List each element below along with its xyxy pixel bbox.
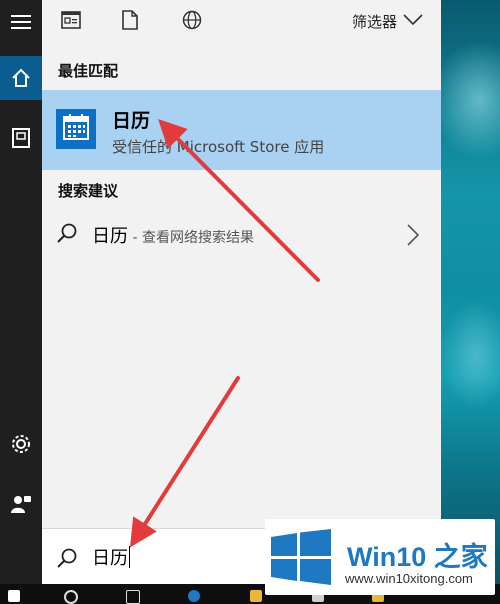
hamburger-menu-button[interactable]: [0, 0, 42, 44]
search-suggestions-heading: 搜索建议: [58, 182, 119, 200]
cortana-icon[interactable]: [64, 590, 78, 604]
app-name: 日历: [112, 110, 151, 132]
start-icon[interactable]: [8, 590, 20, 602]
calendar-icon: [63, 114, 89, 144]
desktop-wallpaper: [441, 0, 500, 604]
apps-filter-button[interactable]: [58, 9, 84, 35]
edge-browser-icon[interactable]: [188, 590, 200, 602]
start-left-rail: [0, 0, 42, 604]
windows-logo-icon: [269, 529, 333, 589]
suggestion-text-container: 日历 - 查看网络搜索结果: [92, 222, 254, 248]
search-results-panel: 筛选器 最佳匹配 日历 受信任的 Microsoft Store 应用 搜索建议: [42, 0, 441, 528]
best-match-heading: 最佳匹配: [58, 62, 119, 80]
search-box-icon: [56, 547, 78, 573]
file-explorer-icon[interactable]: [250, 590, 262, 602]
watermark-title: Win10 之家: [347, 542, 488, 572]
task-view-icon[interactable]: [126, 590, 140, 604]
globe-icon: [182, 10, 202, 34]
blank-page-icon: [122, 10, 138, 34]
text-caret: [129, 546, 130, 568]
hamburger-menu-icon: [11, 14, 31, 30]
feedback-button[interactable]: [0, 482, 42, 526]
documents-filter-button[interactable]: [117, 9, 143, 35]
document-list-icon: [61, 11, 81, 33]
search-input-value: 日历: [92, 548, 128, 569]
notebook-button[interactable]: [0, 116, 42, 160]
home-icon: [11, 68, 31, 88]
search-input[interactable]: 日历: [92, 544, 130, 570]
chevron-down-icon: [403, 12, 423, 30]
suggestion-query: 日历: [92, 226, 128, 247]
results-toolbar: 筛选器: [42, 0, 441, 44]
web-filter-button[interactable]: [179, 9, 205, 35]
web-suggestion-row[interactable]: 日历 - 查看网络搜索结果: [42, 214, 441, 254]
calendar-app-tile: [56, 109, 96, 149]
settings-gear-icon: [10, 433, 32, 455]
watermark-url: www.win10xitong.com: [345, 571, 473, 586]
chevron-right-icon[interactable]: [407, 224, 420, 250]
notebook-icon: [12, 128, 30, 148]
site-watermark: Win10 之家 www.win10xitong.com: [265, 519, 495, 595]
app-subtitle: 受信任的 Microsoft Store 应用: [112, 138, 325, 156]
filter-label: 筛选器: [351, 12, 397, 31]
best-match-result[interactable]: 日历 受信任的 Microsoft Store 应用: [42, 90, 441, 170]
settings-button[interactable]: [0, 422, 42, 466]
home-button[interactable]: [0, 56, 42, 100]
filter-dropdown[interactable]: 筛选器: [352, 9, 423, 33]
feedback-person-icon: [10, 493, 32, 515]
search-icon: [56, 222, 78, 248]
suggestion-hint: - 查看网络搜索结果: [128, 230, 254, 246]
